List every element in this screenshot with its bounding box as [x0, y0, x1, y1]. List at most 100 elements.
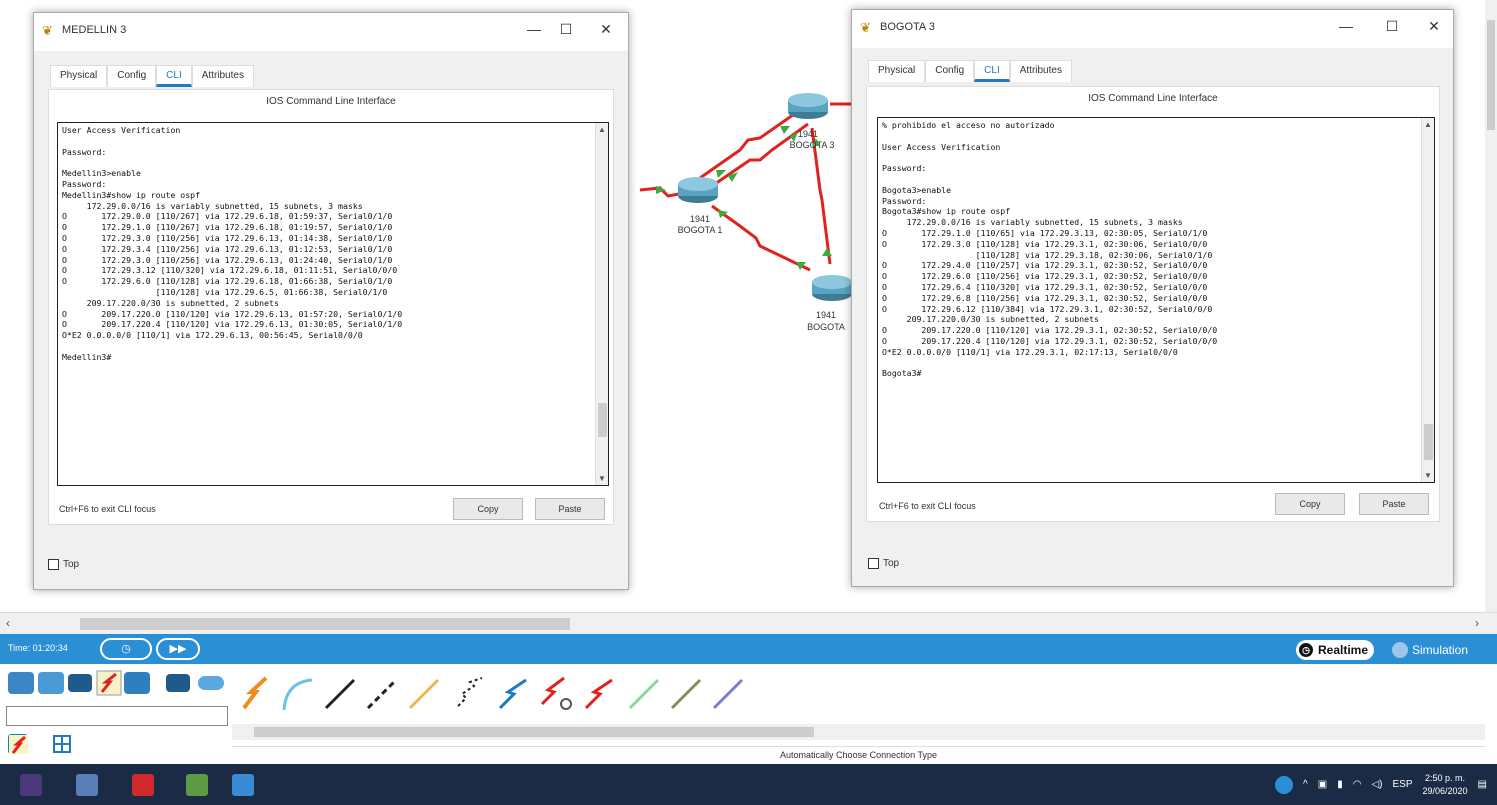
- cli-focus-hint: Ctrl+F6 to exit CLI focus: [879, 501, 976, 511]
- iot-custom-cable-icon[interactable]: [666, 674, 706, 714]
- tab-physical[interactable]: Physical: [50, 65, 108, 87]
- router-bogota1[interactable]: 1941 BOGOTA 1: [678, 177, 723, 235]
- network-devices-category-icon[interactable]: [8, 672, 34, 694]
- paste-button[interactable]: Paste: [535, 498, 605, 520]
- network-icon[interactable]: ▣: [1318, 779, 1327, 790]
- explorer-app-icon[interactable]: [76, 774, 98, 796]
- copper-cross-over-icon[interactable]: [362, 674, 402, 714]
- cli-terminal[interactable]: User Access Verification Password: Medel…: [57, 122, 609, 486]
- router-bogota3[interactable]: 1941 BOGOTA 3: [788, 93, 834, 150]
- wifi-icon[interactable]: ◠: [1353, 779, 1362, 790]
- serial-link-b1-b3-b[interactable]: [711, 122, 809, 188]
- clock[interactable]: 2:50 p. m. 29/06/2020: [1423, 772, 1468, 798]
- link-endpoint: [780, 126, 790, 134]
- usb-cable-icon[interactable]: [708, 674, 748, 714]
- wordpad-app-icon[interactable]: [20, 774, 42, 796]
- panel-title: IOS Command Line Interface: [266, 96, 396, 107]
- router-bogota[interactable]: 1941 BOGOTA: [807, 275, 852, 332]
- coaxial-icon[interactable]: [494, 674, 534, 714]
- scroll-right-icon[interactable]: ›: [1475, 616, 1479, 630]
- device-tabs: Physical Config CLI Attributes: [868, 60, 1072, 82]
- workspace-vertical-scrollbar[interactable]: [1485, 0, 1497, 612]
- router-model-label: 1941: [816, 310, 836, 320]
- tab-config[interactable]: Config: [925, 60, 975, 82]
- scroll-thumb[interactable]: [598, 403, 607, 437]
- tab-physical[interactable]: Physical: [868, 60, 926, 82]
- cli-terminal[interactable]: % prohibido el acceso no autorizado User…: [877, 117, 1435, 483]
- fast-forward-button[interactable]: ▶▶: [156, 638, 200, 660]
- scroll-up-icon[interactable]: ▲: [598, 125, 606, 134]
- scroll-down-icon[interactable]: ▼: [598, 474, 606, 483]
- chevron-up-icon[interactable]: ^: [1303, 779, 1308, 790]
- serial-link-b1-b[interactable]: [711, 204, 811, 272]
- logical-workspace[interactable]: 1941 BOGOTA 3 1941 BOGOTA 1 1941 BOGOTA: [0, 0, 1497, 612]
- connections-subcategory-icon[interactable]: [8, 734, 28, 754]
- realtime-mode-button[interactable]: ◷ Realtime: [1296, 640, 1375, 660]
- scroll-thumb[interactable]: [1487, 20, 1495, 130]
- maximize-button[interactable]: ☐: [554, 21, 578, 38]
- copy-button[interactable]: Copy: [453, 498, 523, 520]
- serial-dte-icon[interactable]: [580, 674, 620, 714]
- top-checkbox[interactable]: Top: [48, 559, 79, 570]
- checkbox-box[interactable]: [48, 559, 59, 570]
- octal-cable-icon[interactable]: [624, 674, 664, 714]
- help-icon[interactable]: [1275, 775, 1294, 794]
- connection-type-label: Automatically Choose Connection Type: [232, 746, 1485, 760]
- serial-link-b1-b3-a[interactable]: [699, 108, 801, 180]
- minimize-button[interactable]: —: [1334, 18, 1358, 34]
- tab-attributes[interactable]: Attributes: [191, 65, 254, 87]
- window-titlebar[interactable]: ❦ BOGOTA 3 — ☐ ✕: [852, 10, 1453, 48]
- console-cable-icon[interactable]: [278, 674, 318, 714]
- scroll-thumb[interactable]: [254, 727, 814, 737]
- end-devices-category-icon[interactable]: [38, 672, 64, 694]
- volume-icon[interactable]: ◁): [1371, 779, 1382, 790]
- misc-category-icon[interactable]: [124, 672, 150, 694]
- cloud-category-icon[interactable]: [198, 676, 224, 690]
- maximize-button[interactable]: ☐: [1380, 18, 1404, 35]
- copy-button[interactable]: Copy: [1275, 493, 1345, 515]
- scroll-thumb[interactable]: [80, 618, 570, 630]
- close-button[interactable]: ✕: [1422, 18, 1446, 35]
- copper-straight-through-icon[interactable]: [320, 674, 360, 714]
- terminal-output: % prohibido el acceso no autorizado User…: [882, 120, 1218, 379]
- components-category-icon[interactable]: [68, 674, 92, 692]
- scroll-left-icon[interactable]: ‹: [6, 616, 10, 630]
- device-model-field[interactable]: [6, 706, 228, 726]
- chrome-app-icon[interactable]: [186, 774, 208, 796]
- phone-cable-icon[interactable]: [450, 674, 490, 714]
- clock-time: 2:50 p. m.: [1425, 772, 1466, 783]
- close-button[interactable]: ✕: [594, 21, 618, 38]
- scroll-thumb[interactable]: [1424, 424, 1433, 460]
- cli-panel: IOS Command Line Interface User Access V…: [48, 89, 614, 525]
- minimize-button[interactable]: —: [522, 21, 546, 37]
- terminal-scrollbar[interactable]: ▲ ▼: [595, 123, 608, 485]
- language-indicator[interactable]: ESP: [1392, 779, 1412, 790]
- connections-scrollbar[interactable]: [232, 724, 1485, 740]
- paste-button[interactable]: Paste: [1359, 493, 1429, 515]
- workspace-horizontal-scrollbar[interactable]: ‹ ›: [0, 612, 1497, 634]
- serial-dce-icon[interactable]: [536, 674, 576, 714]
- simulation-mode-button[interactable]: Simulation: [1392, 640, 1468, 660]
- window-titlebar[interactable]: ❦ MEDELLIN 3 — ☐ ✕: [34, 13, 628, 51]
- connections-category-icon[interactable]: [96, 670, 122, 696]
- pdf-app-icon[interactable]: [132, 774, 154, 796]
- scroll-up-icon[interactable]: ▲: [1424, 120, 1432, 129]
- fiber-icon[interactable]: [404, 674, 444, 714]
- notifications-icon[interactable]: ▤: [1478, 779, 1487, 790]
- battery-icon[interactable]: ▮: [1337, 779, 1343, 790]
- multiuser-category-icon[interactable]: [166, 674, 190, 692]
- scroll-down-icon[interactable]: ▼: [1424, 471, 1432, 480]
- terminal-scrollbar[interactable]: ▲ ▼: [1421, 118, 1434, 482]
- auto-connection-icon[interactable]: [236, 674, 276, 714]
- packet-tracer-app-icon[interactable]: [232, 774, 254, 796]
- checkbox-label: Top: [63, 559, 80, 570]
- power-cycle-button[interactable]: ◷: [100, 638, 152, 660]
- top-checkbox[interactable]: Top: [868, 558, 899, 569]
- tab-cli[interactable]: CLI: [156, 65, 192, 87]
- grid-subcategory-icon[interactable]: [52, 734, 72, 754]
- checkbox-box[interactable]: [868, 558, 879, 569]
- tab-cli[interactable]: CLI: [974, 60, 1010, 82]
- tab-config[interactable]: Config: [107, 65, 157, 87]
- simulation-label: Simulation: [1412, 643, 1469, 657]
- tab-attributes[interactable]: Attributes: [1009, 60, 1072, 82]
